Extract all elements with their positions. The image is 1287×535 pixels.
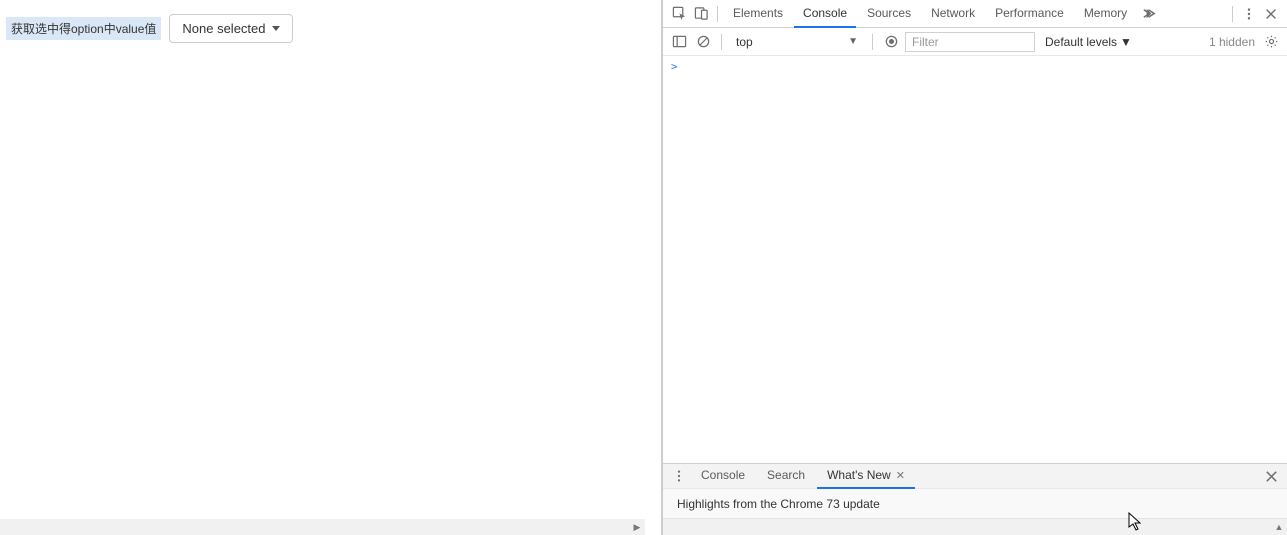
drawer-tab-console[interactable]: Console (691, 463, 755, 489)
filter-placeholder: Filter (912, 35, 939, 49)
caret-down-icon (272, 26, 280, 31)
close-tab-icon[interactable]: ✕ (896, 469, 905, 482)
get-value-button[interactable]: 获取选中得option中value值 (6, 17, 161, 40)
whats-new-headline: Highlights from the Chrome 73 update (663, 489, 1287, 519)
console-settings-icon[interactable] (1261, 32, 1281, 52)
kebab-menu-icon[interactable] (1239, 4, 1259, 24)
drawer-scrollbar[interactable]: ▲ (663, 519, 1287, 535)
devtools-tabbar: Elements Console Sources Network Perform… (663, 0, 1287, 28)
drawer-tab-search[interactable]: Search (757, 463, 815, 489)
drawer-menu-icon[interactable] (669, 466, 689, 486)
tab-memory[interactable]: Memory (1075, 0, 1136, 28)
levels-label: Default levels (1045, 35, 1117, 49)
close-drawer-icon[interactable] (1261, 466, 1281, 486)
inspect-element-icon[interactable] (669, 4, 689, 24)
more-tabs-icon[interactable] (1138, 4, 1158, 24)
context-selector[interactable]: top ▼ (730, 32, 864, 52)
tab-elements[interactable]: Elements (724, 0, 792, 28)
console-prompt[interactable]: > (671, 60, 1279, 73)
separator (721, 34, 722, 50)
toggle-device-icon[interactable] (691, 4, 711, 24)
separator (717, 6, 718, 22)
horizontal-scrollbar[interactable]: ▶ (0, 519, 645, 535)
hidden-count[interactable]: 1 hidden (1209, 35, 1257, 49)
filter-input[interactable]: Filter (905, 32, 1035, 52)
live-expression-icon[interactable] (881, 32, 901, 52)
sidebar-toggle-icon[interactable] (669, 32, 689, 52)
separator (872, 34, 873, 50)
dropdown-label: None selected (182, 21, 265, 36)
tab-performance[interactable]: Performance (986, 0, 1073, 28)
clear-console-icon[interactable] (693, 32, 713, 52)
close-devtools-icon[interactable] (1261, 4, 1281, 24)
scroll-up-arrow-icon[interactable]: ▲ (1271, 519, 1287, 535)
options-dropdown[interactable]: None selected (169, 14, 292, 43)
context-label: top (736, 35, 753, 49)
tab-console[interactable]: Console (794, 0, 856, 28)
separator (1232, 6, 1233, 22)
dropdown-triangle-icon: ▼ (1120, 35, 1132, 49)
console-output[interactable]: > (663, 56, 1287, 463)
tab-sources[interactable]: Sources (858, 0, 920, 28)
drawer-tab-label: Console (701, 468, 745, 482)
devtools-panel: Elements Console Sources Network Perform… (662, 0, 1287, 535)
scroll-right-arrow-icon[interactable]: ▶ (629, 519, 645, 535)
drawer-tab-label: Search (767, 468, 805, 482)
tab-network[interactable]: Network (922, 0, 984, 28)
drawer-tab-whats-new[interactable]: What's New ✕ (817, 463, 915, 489)
log-levels-selector[interactable]: Default levels ▼ (1039, 35, 1138, 49)
console-toolbar: top ▼ Filter Default levels ▼ 1 hidden (663, 28, 1287, 56)
page-toolbar: 获取选中得option中value值 None selected (0, 0, 661, 57)
drawer-tab-label: What's New (827, 468, 891, 482)
page-viewport: 获取选中得option中value值 None selected ▶ (0, 0, 662, 535)
drawer-tabbar: Console Search What's New ✕ (663, 463, 1287, 489)
dropdown-triangle-icon: ▼ (848, 36, 858, 47)
